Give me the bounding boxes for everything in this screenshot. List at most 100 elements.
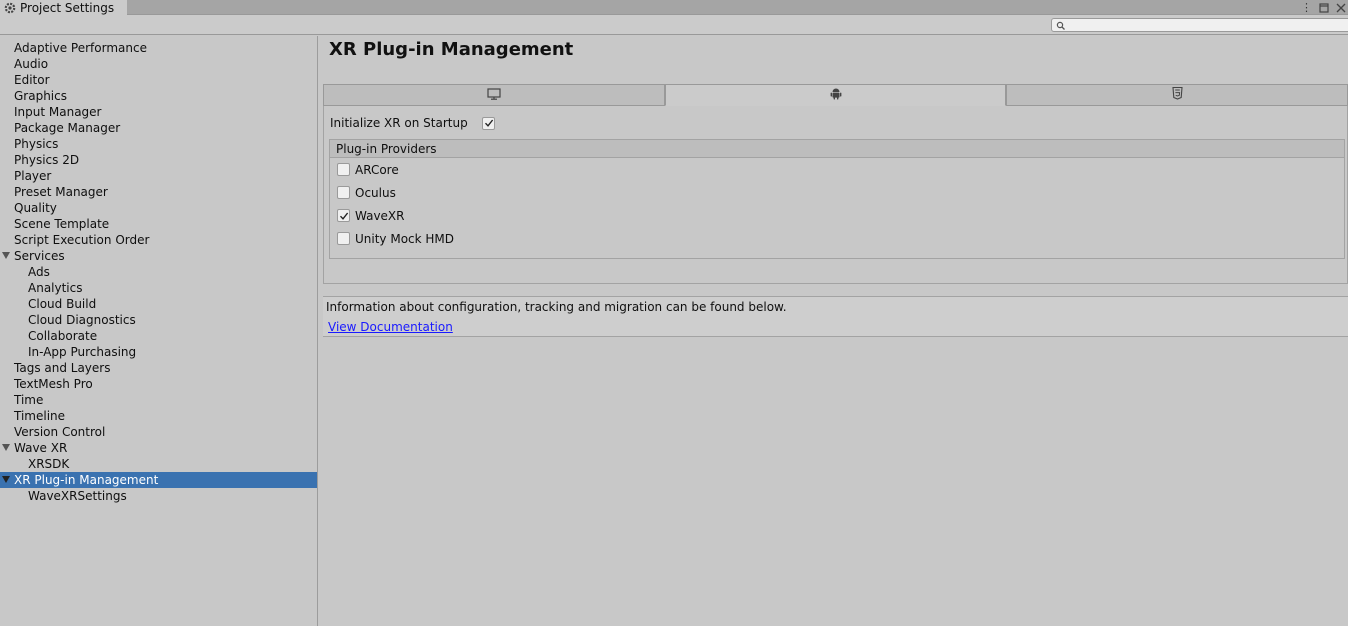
provider-label: WaveXR: [355, 208, 405, 223]
page-title: XR Plug-in Management: [329, 39, 574, 60]
search-box[interactable]: [1051, 18, 1348, 32]
sidebar-item-cloud-diagnostics[interactable]: Cloud Diagnostics: [0, 312, 317, 328]
expand-triangle-icon[interactable]: [2, 476, 10, 483]
tab-android[interactable]: [664, 84, 1007, 106]
sidebar-item-analytics[interactable]: Analytics: [0, 280, 317, 296]
close-icon[interactable]: [1335, 2, 1346, 13]
sidebar-item-label: TextMesh Pro: [14, 377, 93, 391]
tab-webgl[interactable]: [1006, 84, 1348, 106]
android-icon: [830, 87, 842, 103]
sidebar-item-textmesh-pro[interactable]: TextMesh Pro: [0, 376, 317, 392]
monitor-icon: [487, 87, 501, 103]
sidebar-item-physics[interactable]: Physics: [0, 136, 317, 152]
sidebar-item-label: Physics: [14, 137, 59, 151]
sidebar-item-label: Player: [14, 169, 52, 183]
init-xr-checkbox[interactable]: [482, 116, 495, 130]
sidebar-item-label: Version Control: [14, 425, 106, 439]
more-icon[interactable]: ⋮: [1301, 2, 1312, 13]
sidebar-item-label: XR Plug-in Management: [14, 473, 159, 487]
sidebar-item-tags-and-layers[interactable]: Tags and Layers: [0, 360, 317, 376]
sidebar-item-label: Scene Template: [14, 217, 110, 231]
sidebar-item-physics-2d[interactable]: Physics 2D: [0, 152, 317, 168]
sidebar-item-label: XRSDK: [28, 457, 70, 471]
provider-label: Unity Mock HMD: [355, 231, 455, 246]
sidebar-item-time[interactable]: Time: [0, 392, 317, 408]
sidebar-item-wavexrsettings[interactable]: WaveXRSettings: [0, 488, 317, 504]
sidebar-item-label: Audio: [14, 57, 49, 71]
sidebar-item-player[interactable]: Player: [0, 168, 317, 184]
search-icon: [1056, 20, 1066, 30]
sidebar-item-label: Graphics: [14, 89, 67, 103]
info-text: Information about configuration, trackin…: [326, 300, 787, 314]
sidebar-item-cloud-build[interactable]: Cloud Build: [0, 296, 317, 312]
provider-label: ARCore: [355, 162, 399, 177]
sidebar-item-quality[interactable]: Quality: [0, 200, 317, 216]
info-panel: Information about configuration, trackin…: [323, 296, 1348, 337]
window-titlebar: Project Settings ⋮: [0, 0, 1348, 15]
sidebar-item-services[interactable]: Services: [0, 248, 317, 264]
provider-row-oculus[interactable]: Oculus: [330, 181, 1344, 204]
sidebar-item-label: Collaborate: [28, 329, 98, 343]
init-xr-label: Initialize XR on Startup: [330, 116, 468, 130]
sidebar-item-xr-plug-in-management[interactable]: XR Plug-in Management: [0, 472, 317, 488]
provider-label: Oculus: [355, 185, 396, 200]
sidebar-item-ads[interactable]: Ads: [0, 264, 317, 280]
platform-tabs: [323, 84, 1348, 106]
sidebar-item-timeline[interactable]: Timeline: [0, 408, 317, 424]
sidebar-item-label: Package Manager: [14, 121, 121, 135]
maximize-icon[interactable]: [1318, 2, 1329, 13]
tab-standalone[interactable]: [323, 84, 665, 106]
view-documentation-link[interactable]: View Documentation: [328, 320, 453, 334]
sidebar-item-label: Wave XR: [14, 441, 68, 455]
sidebar-item-label: In-App Purchasing: [28, 345, 137, 359]
gear-icon: [3, 1, 16, 14]
sidebar-item-label: Preset Manager: [14, 185, 108, 199]
sidebar-item-label: Editor: [14, 73, 50, 87]
sidebar-item-label: Services: [14, 249, 65, 263]
search-input[interactable]: [1068, 19, 1348, 31]
plugin-providers-panel: Plug-in Providers ARCore Oculus WaveXR U…: [329, 139, 1345, 259]
settings-sidebar: Adaptive Performance Audio Editor Graphics I…: [0, 36, 318, 626]
expand-triangle-icon[interactable]: [2, 444, 10, 451]
project-settings-tab[interactable]: Project Settings: [0, 0, 127, 15]
expand-triangle-icon[interactable]: [2, 252, 10, 259]
sidebar-item-adaptive-performance[interactable]: Adaptive Performance: [0, 40, 317, 56]
sidebar-item-collaborate[interactable]: Collaborate: [0, 328, 317, 344]
sidebar-item-label: Physics 2D: [14, 153, 80, 167]
provider-row-arcore[interactable]: ARCore: [330, 158, 1344, 181]
init-xr-row: Initialize XR on Startup: [330, 115, 495, 131]
main-panel: XR Plug-in Management Initialize XR on S…: [319, 36, 1348, 626]
sidebar-item-input-manager[interactable]: Input Manager: [0, 104, 317, 120]
provider-checkbox-wavexr[interactable]: [337, 209, 350, 222]
sidebar-item-label: Cloud Build: [28, 297, 97, 311]
sidebar-item-version-control[interactable]: Version Control: [0, 424, 317, 440]
sidebar-item-wave-xr[interactable]: Wave XR: [0, 440, 317, 456]
provider-checkbox-oculus[interactable]: [337, 186, 350, 199]
sidebar-item-editor[interactable]: Editor: [0, 72, 317, 88]
sidebar-item-audio[interactable]: Audio: [0, 56, 317, 72]
provider-row-mock-hmd[interactable]: Unity Mock HMD: [330, 227, 1344, 250]
sidebar-item-graphics[interactable]: Graphics: [0, 88, 317, 104]
provider-row-wavexr[interactable]: WaveXR: [330, 204, 1344, 227]
sidebar-item-preset-manager[interactable]: Preset Manager: [0, 184, 317, 200]
html5-icon: [1172, 86, 1183, 103]
sidebar-item-scene-template[interactable]: Scene Template: [0, 216, 317, 232]
plugin-providers-header: Plug-in Providers: [330, 140, 1344, 158]
provider-checkbox-mock-hmd[interactable]: [337, 232, 350, 245]
provider-checkbox-arcore[interactable]: [337, 163, 350, 176]
sidebar-item-label: Cloud Diagnostics: [28, 313, 136, 327]
sidebar-item-label: Adaptive Performance: [14, 41, 147, 55]
sidebar-item-label: Analytics: [28, 281, 83, 295]
tab-title: Project Settings: [20, 0, 115, 15]
toolbar: [0, 15, 1348, 35]
sidebar-item-label: Tags and Layers: [14, 361, 111, 375]
sidebar-item-label: WaveXRSettings: [28, 489, 127, 503]
sidebar-item-package-manager[interactable]: Package Manager: [0, 120, 317, 136]
sidebar-item-label: Input Manager: [14, 105, 102, 119]
sidebar-item-xrsdk[interactable]: XRSDK: [0, 456, 317, 472]
sidebar-item-script-execution-order[interactable]: Script Execution Order: [0, 232, 317, 248]
xr-settings-box: Initialize XR on Startup Plug-in Provide…: [323, 106, 1348, 284]
sidebar-item-label: Quality: [14, 201, 57, 215]
sidebar-item-in-app-purchasing[interactable]: In-App Purchasing: [0, 344, 317, 360]
sidebar-item-label: Time: [14, 393, 44, 407]
